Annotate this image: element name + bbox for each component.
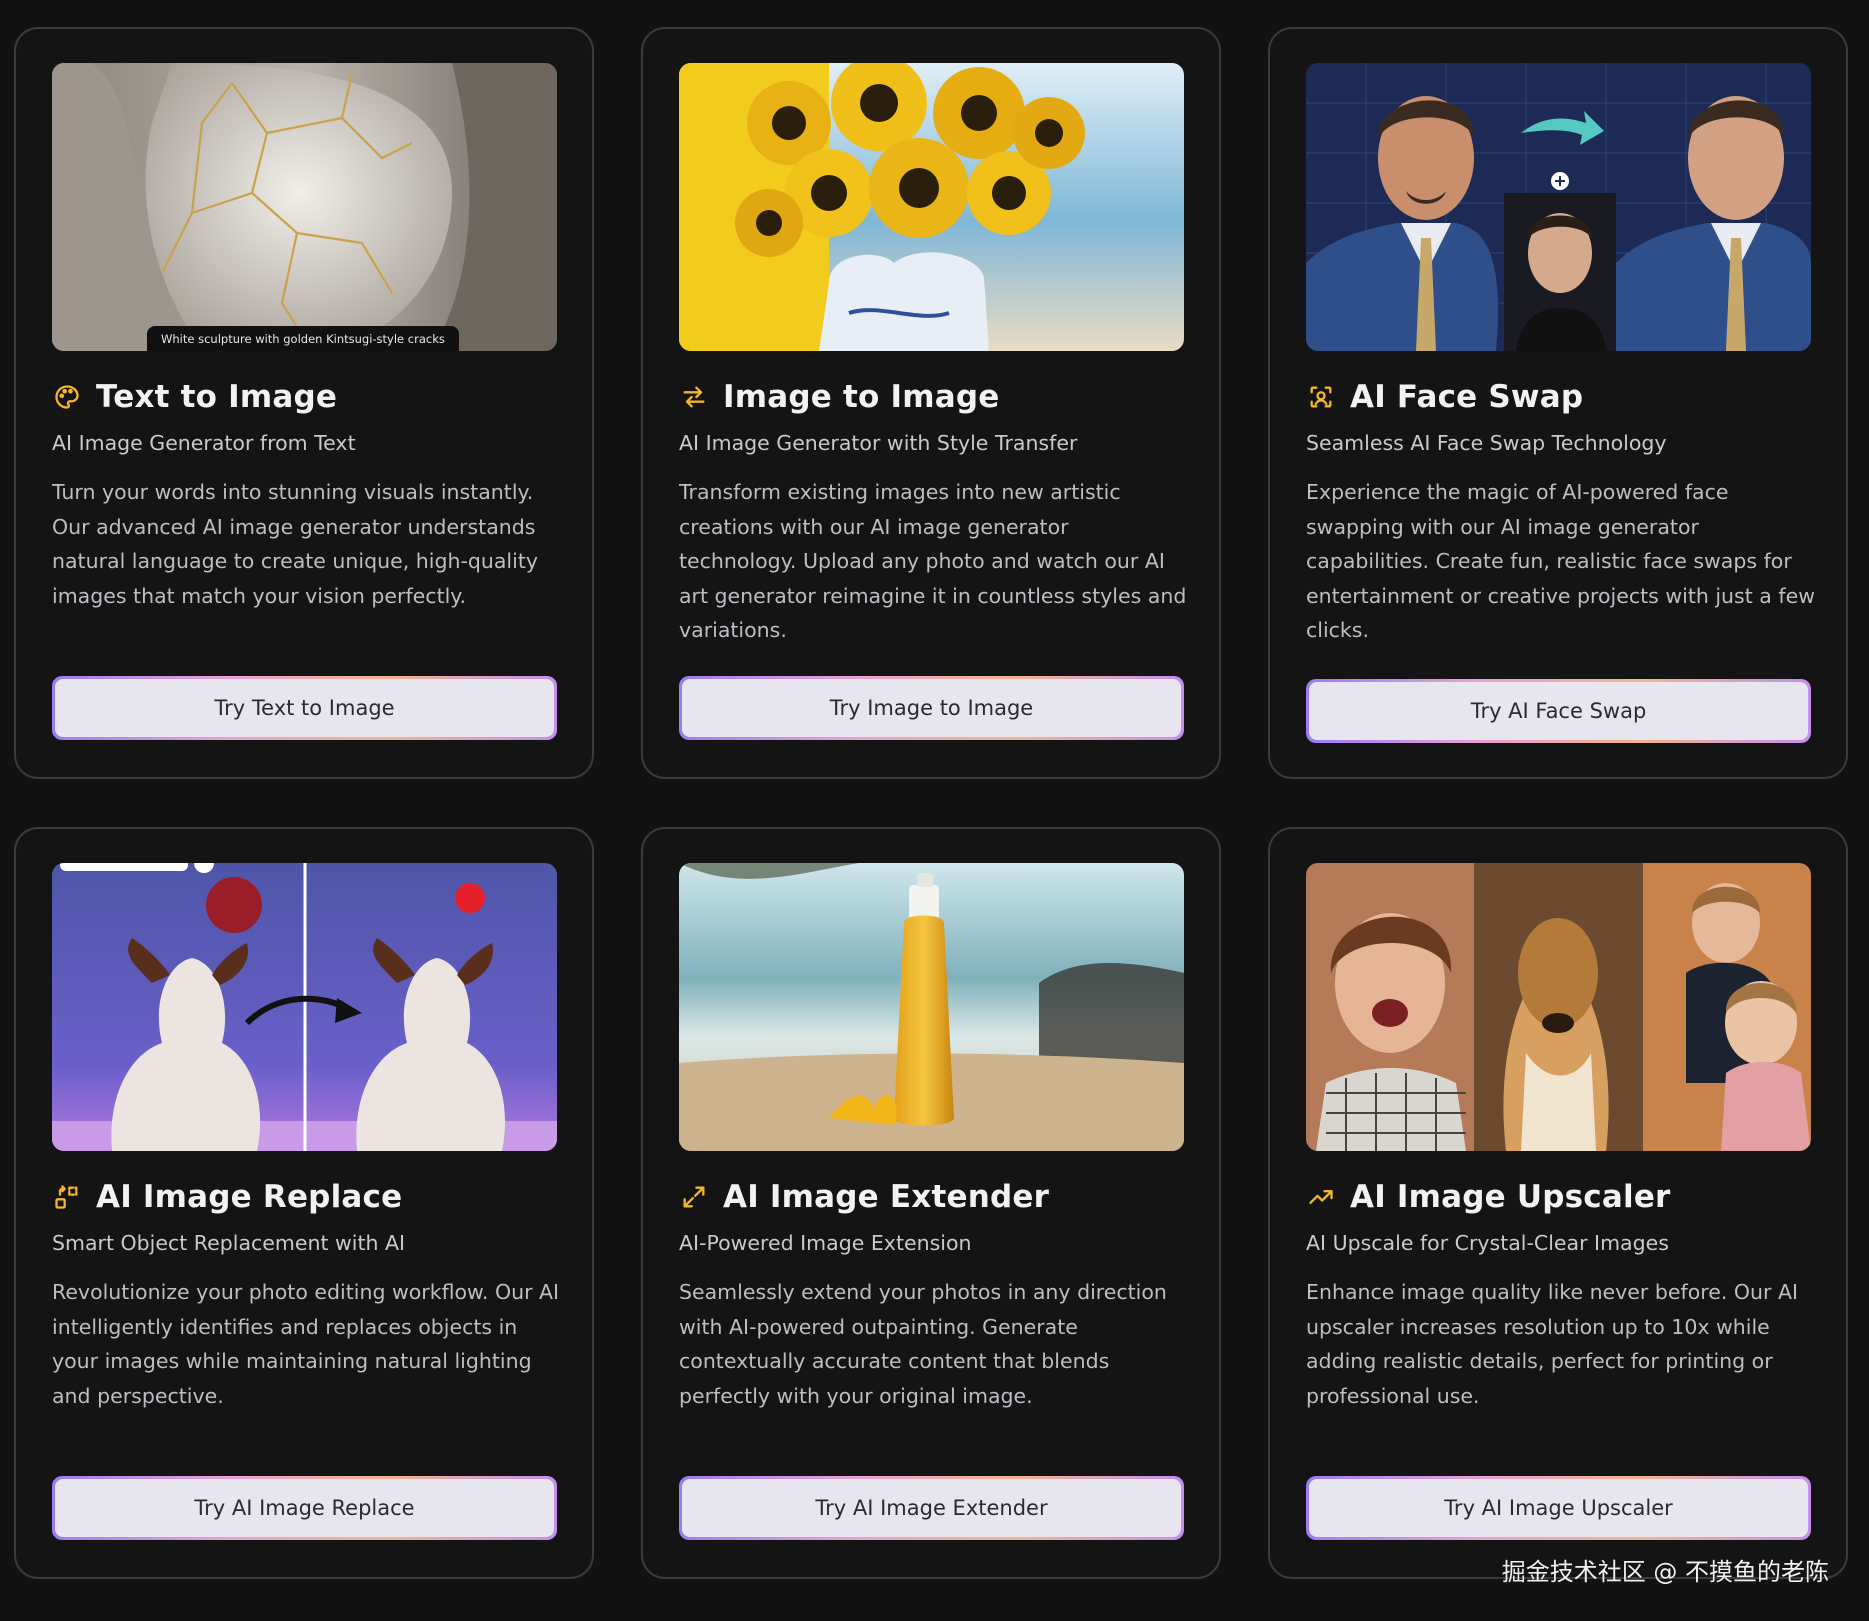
try-ai-image-replace-button[interactable]: Try AI Image Replace xyxy=(52,1476,557,1540)
card-subtitle: AI-Powered Image Extension xyxy=(679,1231,972,1255)
card-title: AI Face Swap xyxy=(1350,379,1584,415)
feature-image-face-swap xyxy=(1306,63,1811,351)
shapes-replace-icon xyxy=(52,1182,82,1212)
try-ai-image-upscaler-button[interactable]: Try AI Image Upscaler xyxy=(1306,1476,1811,1540)
try-text-to-image-button[interactable]: Try Text to Image xyxy=(52,676,557,740)
card-subtitle: Seamless AI Face Swap Technology xyxy=(1306,431,1667,455)
card-subtitle: Smart Object Replacement with AI xyxy=(52,1231,406,1255)
feature-image-sculpture: White sculpture with golden Kintsugi-sty… xyxy=(52,63,557,351)
feature-card-ai-image-replace: AI Image Replace Smart Object Replacemen… xyxy=(14,827,594,1579)
card-description: Seamlessly extend your photos in any dir… xyxy=(679,1280,1167,1408)
card-title-row: AI Face Swap xyxy=(1306,377,1810,417)
card-subtitle: AI Image Generator from Text xyxy=(52,431,356,455)
feature-image-upscale-collage xyxy=(1306,863,1811,1151)
feature-card-ai-image-upscaler: AI Image Upscaler AI Upscale for Crystal… xyxy=(1268,827,1848,1579)
try-ai-image-extender-button[interactable]: Try AI Image Extender xyxy=(679,1476,1184,1540)
trending-up-icon xyxy=(1306,1182,1336,1212)
card-title-row: Text to Image xyxy=(52,377,556,417)
card-description: Revolutionize your photo editing workflo… xyxy=(52,1280,560,1408)
face-frame-icon xyxy=(1306,382,1336,412)
card-title: AI Image Upscaler xyxy=(1350,1179,1671,1215)
button-label: Try AI Image Extender xyxy=(682,1479,1181,1537)
card-title-row: AI Image Upscaler xyxy=(1306,1177,1810,1217)
feature-card-image-to-image: Image to Image AI Image Generator with S… xyxy=(641,27,1221,779)
feature-card-text-to-image: White sculpture with golden Kintsugi-sty… xyxy=(14,27,594,779)
feature-image-beach-bottle xyxy=(679,863,1184,1151)
button-label: Try AI Face Swap xyxy=(1309,682,1808,740)
card-description: Turn your words into stunning visuals in… xyxy=(52,480,538,608)
expand-arrows-icon xyxy=(679,1182,709,1212)
card-title: Image to Image xyxy=(723,379,1000,415)
button-label: Try Image to Image xyxy=(682,679,1181,737)
feature-card-ai-face-swap: AI Face Swap Seamless AI Face Swap Techn… xyxy=(1268,27,1848,779)
feature-image-dog-replace xyxy=(52,863,557,1151)
card-title-row: Image to Image xyxy=(679,377,1183,417)
try-image-to-image-button[interactable]: Try Image to Image xyxy=(679,676,1184,740)
card-title-row: AI Image Replace xyxy=(52,1177,556,1217)
button-label: Try AI Image Upscaler xyxy=(1309,1479,1808,1537)
card-description: Transform existing images into new artis… xyxy=(679,480,1187,642)
card-title: AI Image Replace xyxy=(96,1179,403,1215)
feature-grid: White sculpture with golden Kintsugi-sty… xyxy=(14,27,1848,1579)
palette-icon xyxy=(52,382,82,412)
card-title: AI Image Extender xyxy=(723,1179,1050,1215)
card-title-row: AI Image Extender xyxy=(679,1177,1183,1217)
try-ai-face-swap-button[interactable]: Try AI Face Swap xyxy=(1306,679,1811,743)
image-caption: White sculpture with golden Kintsugi-sty… xyxy=(147,326,459,351)
card-subtitle: AI Upscale for Crystal-Clear Images xyxy=(1306,1231,1669,1255)
card-subtitle: AI Image Generator with Style Transfer xyxy=(679,431,1078,455)
card-description: Enhance image quality like never before.… xyxy=(1306,1280,1799,1408)
button-label: Try AI Image Replace xyxy=(55,1479,554,1537)
arrows-swap-icon xyxy=(679,382,709,412)
watermark: 掘金技术社区 @ 不摸鱼的老陈 xyxy=(1501,1558,1829,1586)
button-label: Try Text to Image xyxy=(55,679,554,737)
card-description: Experience the magic of AI-powered face … xyxy=(1306,480,1815,642)
feature-card-ai-image-extender: AI Image Extender AI-Powered Image Exten… xyxy=(641,827,1221,1579)
card-title: Text to Image xyxy=(96,379,338,415)
feature-image-sunflowers xyxy=(679,63,1184,351)
